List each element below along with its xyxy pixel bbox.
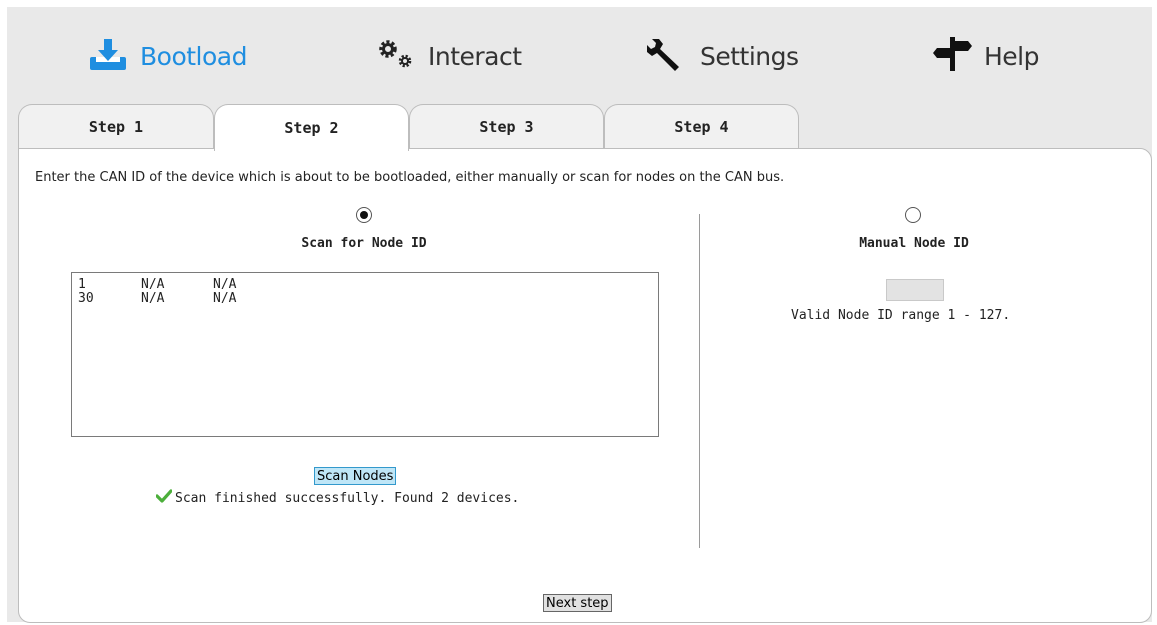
scan-status-text: Scan finished successfully. Found 2 devi… [175, 490, 520, 506]
node-col3: N/A [213, 277, 237, 292]
manual-title: Manual Node ID [859, 236, 969, 251]
scan-nodes-button[interactable]: Scan Nodes [314, 467, 397, 485]
scan-status: Scan finished successfully. Found 2 devi… [155, 489, 520, 507]
manual-radio[interactable] [905, 207, 921, 223]
nav-settings[interactable]: Settings [646, 34, 799, 78]
nav-interact[interactable]: Interact [376, 34, 522, 78]
column-divider [699, 214, 700, 548]
signpost-icon [932, 36, 972, 76]
nav-label: Interact [428, 41, 522, 71]
next-step-button[interactable]: Next step [543, 594, 612, 612]
scan-radio[interactable] [356, 207, 372, 223]
radio-selected-dot [360, 211, 368, 219]
tab-step-2[interactable]: Step 2 [214, 104, 409, 151]
node-col2: N/A [141, 277, 165, 292]
node-col2: N/A [141, 291, 165, 306]
scan-title: Scan for Node ID [301, 236, 427, 251]
step-panel: Enter the CAN ID of the device which is … [18, 148, 1152, 623]
tab-step-1[interactable]: Step 1 [18, 104, 214, 149]
intro-text: Enter the CAN ID of the device which is … [35, 170, 785, 185]
download-icon [88, 37, 128, 76]
nav-label: Settings [700, 41, 799, 71]
nav-label: Help [984, 41, 1040, 71]
node-col3: N/A [213, 291, 237, 306]
tab-step-4[interactable]: Step 4 [604, 104, 799, 149]
nav-label: Bootload [140, 41, 247, 71]
gears-icon [376, 38, 416, 75]
node-id: 1 [78, 277, 86, 292]
manual-node-id-input[interactable] [886, 279, 944, 301]
tab-step-3[interactable]: Step 3 [409, 104, 604, 149]
nav-help[interactable]: Help [932, 34, 1040, 78]
node-id-hint: Valid Node ID range 1 - 127. [791, 308, 1011, 323]
top-nav: Bootload Interact Settings Help [7, 7, 1152, 99]
wrench-icon [646, 35, 688, 78]
node-id: 30 [78, 291, 94, 306]
app-frame: Bootload Interact Settings Help Step 1 S… [7, 7, 1152, 623]
node-list[interactable]: 1 N/A N/A 30 N/A N/A [71, 272, 659, 437]
check-icon [155, 489, 173, 507]
nav-bootload[interactable]: Bootload [88, 34, 247, 78]
